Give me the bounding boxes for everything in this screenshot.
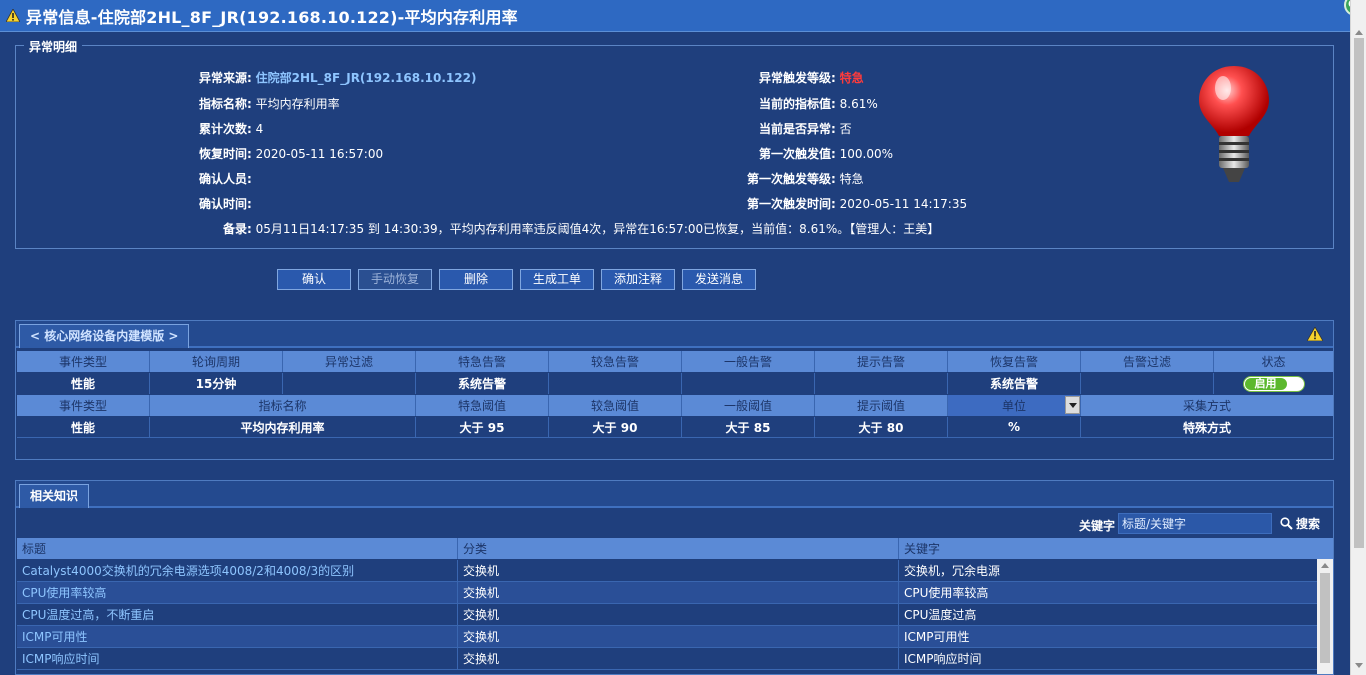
scroll-up-icon[interactable] xyxy=(1321,563,1329,568)
field-first-trigger-level: 第一次触发等级: 特急 xyxy=(747,172,864,186)
col-urgent-alarm: 特急告警 xyxy=(416,351,549,372)
knowledge-tabbar: 相关知识 xyxy=(16,481,1333,508)
field-is-abnormal: 当前是否异常: 否 xyxy=(759,122,852,136)
table-row[interactable]: ICMP可用性 交换机 ICMP可用性 xyxy=(17,626,1317,648)
field-confirm-user: 确认人员: xyxy=(199,172,252,186)
template-panel: < 核心网络设备内建模版 > 事件类型 轮询周期 异常过滤 特急告警 较急告警 … xyxy=(15,320,1334,460)
window-title: 异常信息-住院部2HL_8F_JR(192.168.10.122)-平均内存利用… xyxy=(26,7,518,27)
field-recovery-time: 恢复时间: 2020-05-11 16:57:00 xyxy=(199,147,384,161)
alarm-bulb-icon xyxy=(1199,66,1269,182)
scroll-thumb[interactable] xyxy=(1354,38,1364,548)
field-first-trigger-value: 第一次触发值: 100.00% xyxy=(759,147,894,161)
alarm-data-row[interactable]: 性能 15分钟 系统告警 系统告警 启用 xyxy=(17,373,1333,394)
field-first-trigger-time: 第一次触发时间: 2020-05-11 14:17:35 xyxy=(747,197,968,211)
field-remark: 备录: 05月11日14:17:35 到 14:30:39，平均内存利用率违反阈… xyxy=(223,222,940,236)
field-count: 累计次数: 4 xyxy=(199,122,264,136)
create-ticket-button[interactable]: 生成工单 xyxy=(520,269,594,290)
field-metric-name: 指标名称: 平均内存利用率 xyxy=(199,97,340,111)
unit-select[interactable]: 单位 xyxy=(948,395,1081,416)
template-tabbar: < 核心网络设备内建模版 > xyxy=(16,321,1333,348)
page-scrollbar[interactable] xyxy=(1350,0,1366,675)
source-link[interactable]: 住院部2HL_8F_JR(192.168.10.122) xyxy=(256,71,477,85)
search-button[interactable]: 搜索 xyxy=(1280,515,1320,532)
col-status: 状态 xyxy=(1261,355,1286,369)
scroll-down-icon[interactable] xyxy=(1355,663,1363,668)
col-hint-alarm: 提示告警 xyxy=(815,351,948,372)
alarm-header-row: 事件类型 轮询周期 异常过滤 特急告警 较急告警 一般告警 提示告警 恢复告警 … xyxy=(17,351,1333,372)
col-poll-period: 轮询周期 xyxy=(150,351,283,372)
col-high-alarm: 较急告警 xyxy=(549,351,682,372)
add-comment-button[interactable]: 添加注释 xyxy=(601,269,675,290)
confirm-button[interactable]: 确认 xyxy=(277,269,351,290)
manual-recover-button[interactable]: 手动恢复 xyxy=(358,269,432,290)
detail-legend: 异常明细 xyxy=(24,38,83,55)
search-input[interactable] xyxy=(1118,513,1272,534)
search-icon xyxy=(1280,517,1293,530)
col-recover-alarm: 恢复告警 xyxy=(948,351,1081,372)
col-alarm-filter: 告警过滤 xyxy=(1081,351,1214,372)
threshold-data-row[interactable]: 性能 平均内存利用率 大于 95 大于 90 大于 85 大于 80 % 特殊方… xyxy=(17,417,1333,438)
table-row[interactable]: CPU使用率较高 交换机 CPU使用率较高 xyxy=(17,582,1317,604)
knowledge-panel: 相关知识 关键字 搜索 标题 分类 关键字 Catalyst4000交换机的冗余… xyxy=(15,480,1334,675)
table-row[interactable]: ICMP响应时间 交换机 ICMP响应时间 xyxy=(17,648,1317,670)
search-label: 关键字 xyxy=(1079,519,1116,533)
knowledge-search-bar: 关键字 搜索 xyxy=(16,510,1333,538)
knowledge-header-row: 标题 分类 关键字 xyxy=(17,538,1333,559)
col-normal-alarm: 一般告警 xyxy=(682,351,815,372)
delete-button[interactable]: 删除 xyxy=(439,269,513,290)
scroll-thumb[interactable] xyxy=(1320,573,1330,663)
title-bar: 异常信息-住院部2HL_8F_JR(192.168.10.122)-平均内存利用… xyxy=(0,0,1350,32)
field-current-value: 当前的指标值: 8.61% xyxy=(759,97,878,111)
tab-core-template[interactable]: < 核心网络设备内建模版 > xyxy=(19,324,190,348)
scroll-up-icon[interactable] xyxy=(1355,30,1363,35)
table-row[interactable]: CPU温度过高，不断重启 交换机 CPU温度过高 xyxy=(17,604,1317,626)
col-event-type: 事件类型 xyxy=(17,351,150,372)
status-toggle[interactable]: 启用 xyxy=(1242,375,1305,392)
field-source: 异常来源: 住院部2HL_8F_JR(192.168.10.122) xyxy=(199,71,477,85)
field-confirm-time: 确认时间: xyxy=(199,197,252,211)
send-message-button[interactable]: 发送消息 xyxy=(682,269,756,290)
warning-icon xyxy=(6,9,20,22)
tab-knowledge[interactable]: 相关知识 xyxy=(19,484,90,508)
chevron-down-icon[interactable] xyxy=(1065,396,1080,414)
table-row[interactable]: Catalyst4000交换机的冗余电源选项4008/2和4008/3的区别 交… xyxy=(17,560,1317,582)
field-trigger-level: 异常触发等级: 特急 xyxy=(759,71,864,85)
col-anomaly-filter: 异常过滤 xyxy=(283,351,416,372)
knowledge-scrollbar[interactable] xyxy=(1317,559,1333,674)
threshold-header-row: 事件类型 指标名称 特急阈值 较急阈值 一般阈值 提示阈值 单位 采集方式 xyxy=(17,395,1333,416)
warning-icon xyxy=(1307,327,1323,341)
